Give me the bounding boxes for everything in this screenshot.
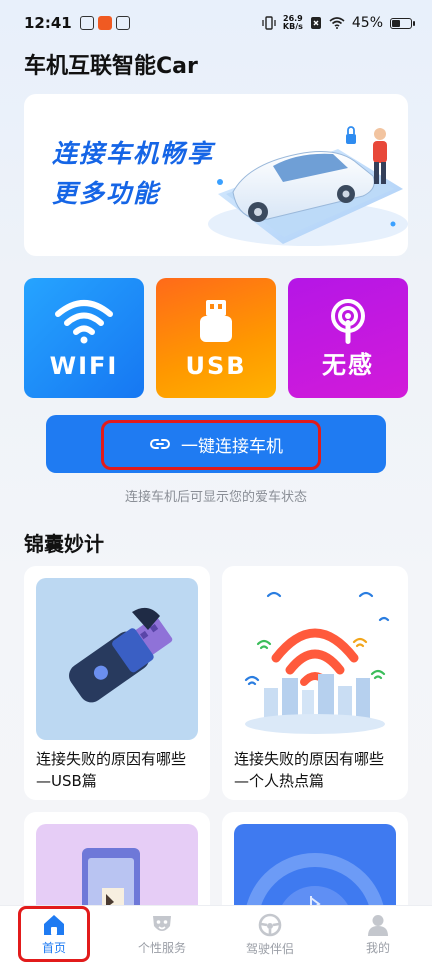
usb-icon — [200, 300, 232, 342]
nav-item-driving-companion[interactable]: 驾驶伴侣 — [216, 906, 324, 964]
no-sim-icon — [310, 17, 321, 29]
car-phone-illustration — [208, 126, 408, 246]
usb-drive-image — [36, 578, 198, 740]
net-speed: 26.9 KB/s — [283, 15, 303, 31]
tile-usb[interactable]: USB — [156, 278, 276, 398]
box-app-icon — [115, 16, 130, 30]
tip-card-usb[interactable]: 连接失败的原因有哪些—USB篇 — [24, 566, 210, 800]
tile-wifi-label: WIFI — [49, 352, 119, 380]
tile-sensorless[interactable]: 无感 — [288, 278, 408, 398]
promo-banner[interactable]: 连接车机畅享 更多功能 — [24, 94, 408, 256]
steering-wheel-icon — [258, 913, 282, 937]
battery-percent: 45% — [351, 15, 383, 31]
orange-app-icon — [97, 16, 112, 30]
tips-section-title: 锦囊妙计 — [24, 532, 104, 556]
sensor-icon — [331, 299, 365, 344]
play-app-icon — [79, 16, 94, 30]
person-icon — [368, 915, 388, 936]
connect-hint: 连接车机后可显示您的爱车状态 — [124, 490, 307, 505]
tip-card-hotspot-title: 连接失败的原因有哪些—个人热点篇 — [234, 750, 385, 790]
notification-icons — [79, 16, 130, 30]
nav-mine-label: 我的 — [365, 941, 390, 955]
one-click-connect-button[interactable]: 一键连接车机 — [46, 415, 386, 473]
tile-sensorless-label: 无感 — [322, 351, 374, 379]
tip-card-usb-title: 连接失败的原因有哪些—USB篇 — [36, 750, 187, 790]
connection-tiles: WIFI USB 无感 — [24, 278, 408, 398]
bottom-nav: 首页 个性服务 驾驶伴侣 我的 — [0, 905, 432, 964]
tile-wifi[interactable]: WIFI — [24, 278, 144, 398]
link-icon — [150, 439, 170, 449]
mask-icon — [153, 916, 171, 931]
nav-personal-service-label: 个性服务 — [137, 941, 186, 955]
home-icon — [44, 915, 64, 935]
tip-card-hotspot[interactable]: 连接失败的原因有哪些—个人热点篇 — [222, 566, 408, 800]
battery-icon — [390, 17, 415, 29]
connect-button-label: 一键连接车机 — [181, 436, 283, 457]
nav-item-home[interactable]: 首页 — [0, 906, 108, 964]
hotspot-city-image — [234, 578, 396, 740]
nav-driving-companion-label: 驾驶伴侣 — [245, 942, 294, 956]
nav-item-mine[interactable]: 我的 — [324, 906, 432, 964]
status-time: 12:41 — [24, 14, 72, 32]
nav-item-personal-service[interactable]: 个性服务 — [108, 906, 216, 964]
wifi-icon — [55, 300, 113, 344]
tile-usb-label: USB — [185, 352, 247, 380]
status-right: 26.9 KB/s 45% — [262, 15, 415, 31]
page-title: 车机互联智能Car — [24, 54, 198, 79]
net-speed-unit: KB/s — [282, 22, 303, 31]
battery-fill — [392, 19, 400, 27]
nav-home-label: 首页 — [41, 941, 66, 955]
vibrate-icon — [262, 16, 276, 30]
status-bar: 12:41 26.9 KB/s 45% — [0, 0, 432, 46]
wifi-status-icon — [329, 17, 345, 29]
